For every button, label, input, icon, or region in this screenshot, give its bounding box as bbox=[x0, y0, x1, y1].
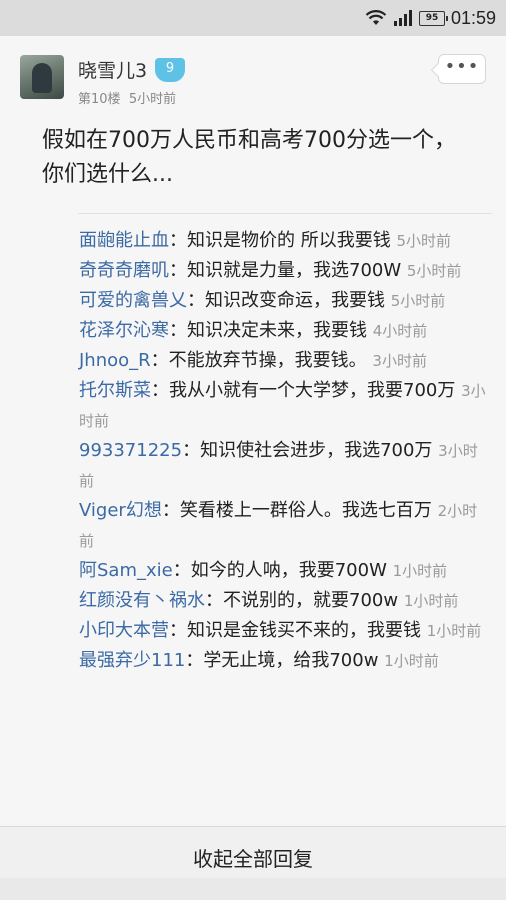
reply-author[interactable]: 花泽尔沁寒 bbox=[79, 320, 169, 341]
reply-item[interactable]: 最强弃少111：学无止境，给我700w 1小时前 bbox=[79, 646, 489, 676]
signal-icon bbox=[393, 10, 412, 26]
battery-icon: 95 bbox=[418, 10, 448, 26]
reply-item[interactable]: 面龅能止血：知识是物价的 所以我要钱 5小时前 bbox=[79, 226, 489, 256]
reply-author[interactable]: 面龅能止血 bbox=[79, 230, 169, 251]
reply-item[interactable]: 阿Sam_xie：如今的人呐，我要700W 1小时前 bbox=[79, 556, 489, 586]
reply-content: 知识是金钱买不来的，我要钱 bbox=[187, 620, 421, 641]
post-meta: 第10楼 5小时前 bbox=[78, 88, 176, 107]
post-time: 5小时前 bbox=[128, 92, 177, 107]
reply-item[interactable]: 托尔斯菜：我从小就有一个大学梦，我要700万 3小时前 bbox=[79, 376, 489, 436]
reply-item[interactable]: 花泽尔沁寒：知识决定未来，我要钱 4小时前 bbox=[79, 316, 489, 346]
wifi-icon bbox=[365, 10, 387, 25]
reply-item[interactable]: 993371225：知识使社会进步，我选700万 3小时前 bbox=[79, 436, 489, 496]
reply-author[interactable]: 阿Sam_xie bbox=[79, 560, 173, 581]
reply-author[interactable]: Jhnoo_R bbox=[79, 350, 151, 371]
reply-time: 1小时前 bbox=[403, 592, 459, 610]
status-bar: 95 01:59 bbox=[0, 0, 506, 36]
reply-content: 知识改变命运，我要钱 bbox=[205, 290, 385, 311]
collapse-all-replies-button[interactable]: 收起全部回复 bbox=[0, 836, 506, 882]
reply-author[interactable]: 托尔斯菜 bbox=[79, 380, 151, 401]
reply-content: 学无止境，给我700w bbox=[203, 650, 379, 671]
reply-item[interactable]: Viger幻想：笑看楼上一群俗人。我选七百万 2小时前 bbox=[79, 496, 489, 556]
reply-time: 4小时前 bbox=[372, 322, 428, 340]
post-username[interactable]: 晓雪儿3 bbox=[78, 56, 147, 83]
reply-author[interactable]: 最强弃少111 bbox=[79, 650, 185, 671]
footer-divider bbox=[0, 826, 506, 827]
divider bbox=[78, 213, 492, 214]
reply-content: 如今的人呐，我要700W bbox=[190, 560, 387, 581]
clock: 01:59 bbox=[450, 7, 496, 28]
reply-author[interactable]: Viger幻想 bbox=[79, 500, 162, 521]
reply-author[interactable]: 奇奇奇磨叽 bbox=[79, 260, 169, 281]
reply-content: 知识就是力量，我选700W bbox=[187, 260, 402, 281]
reply-content: 不能放弃节操，我要钱。 bbox=[168, 350, 367, 371]
reply-content: 知识决定未来，我要钱 bbox=[187, 320, 367, 341]
more-options-button[interactable]: ••• bbox=[438, 54, 486, 84]
status-icons: 95 01:59 bbox=[365, 0, 496, 36]
avatar[interactable] bbox=[20, 55, 64, 99]
reply-author[interactable]: 可爱的禽兽乂 bbox=[79, 290, 187, 311]
footer-strip bbox=[0, 878, 506, 900]
reply-time: 5小时前 bbox=[390, 292, 446, 310]
reply-author[interactable]: 小印大本营 bbox=[79, 620, 169, 641]
reply-item[interactable]: 小印大本营：知识是金钱买不来的，我要钱 1小时前 bbox=[79, 616, 489, 646]
reply-content: 笑看楼上一群俗人。我选七百万 bbox=[179, 500, 432, 521]
reply-time: 5小时前 bbox=[406, 262, 462, 280]
reply-list: 面龅能止血：知识是物价的 所以我要钱 5小时前 奇奇奇磨叽：知识就是力量，我选70… bbox=[79, 226, 489, 676]
reply-item[interactable]: 可爱的禽兽乂：知识改变命运，我要钱 5小时前 bbox=[79, 286, 489, 316]
footer: 收起全部回复 bbox=[0, 826, 506, 900]
avatar-figure bbox=[32, 63, 52, 93]
reply-content: 知识是物价的 所以我要钱 bbox=[187, 230, 391, 251]
reply-item[interactable]: 奇奇奇磨叽：知识就是力量，我选700W 5小时前 bbox=[79, 256, 489, 286]
reply-time: 3小时前 bbox=[372, 352, 427, 370]
floor-number: 第10楼 bbox=[78, 92, 121, 107]
reply-author[interactable]: 993371225 bbox=[79, 440, 182, 461]
level-badge: 9 bbox=[155, 58, 185, 82]
reply-content: 知识使社会进步，我选700万 bbox=[200, 440, 433, 461]
reply-item[interactable]: 红颜没有丶祸水：不说别的，就要700w 1小时前 bbox=[79, 586, 489, 616]
battery-level: 95 bbox=[425, 12, 439, 23]
reply-author[interactable]: 红颜没有丶祸水 bbox=[79, 590, 205, 611]
reply-time: 1小时前 bbox=[384, 652, 439, 670]
reply-content: 我从小就有一个大学梦，我要700万 bbox=[169, 380, 456, 401]
post-body: 假如在700万人民币和高考700分选一个，你们选什么... bbox=[42, 128, 456, 187]
reply-item[interactable]: Jhnoo_R：不能放弃节操，我要钱。 3小时前 bbox=[79, 346, 489, 376]
reply-content: 不说别的，就要700w bbox=[223, 590, 399, 611]
post-card: 晓雪儿3 9 第10楼 5小时前 ••• 假如在700万人民币和高考700分选一… bbox=[0, 36, 506, 826]
reply-time: 5小时前 bbox=[396, 232, 452, 250]
reply-time: 1小时前 bbox=[392, 562, 448, 580]
reply-time: 1小时前 bbox=[426, 622, 482, 640]
